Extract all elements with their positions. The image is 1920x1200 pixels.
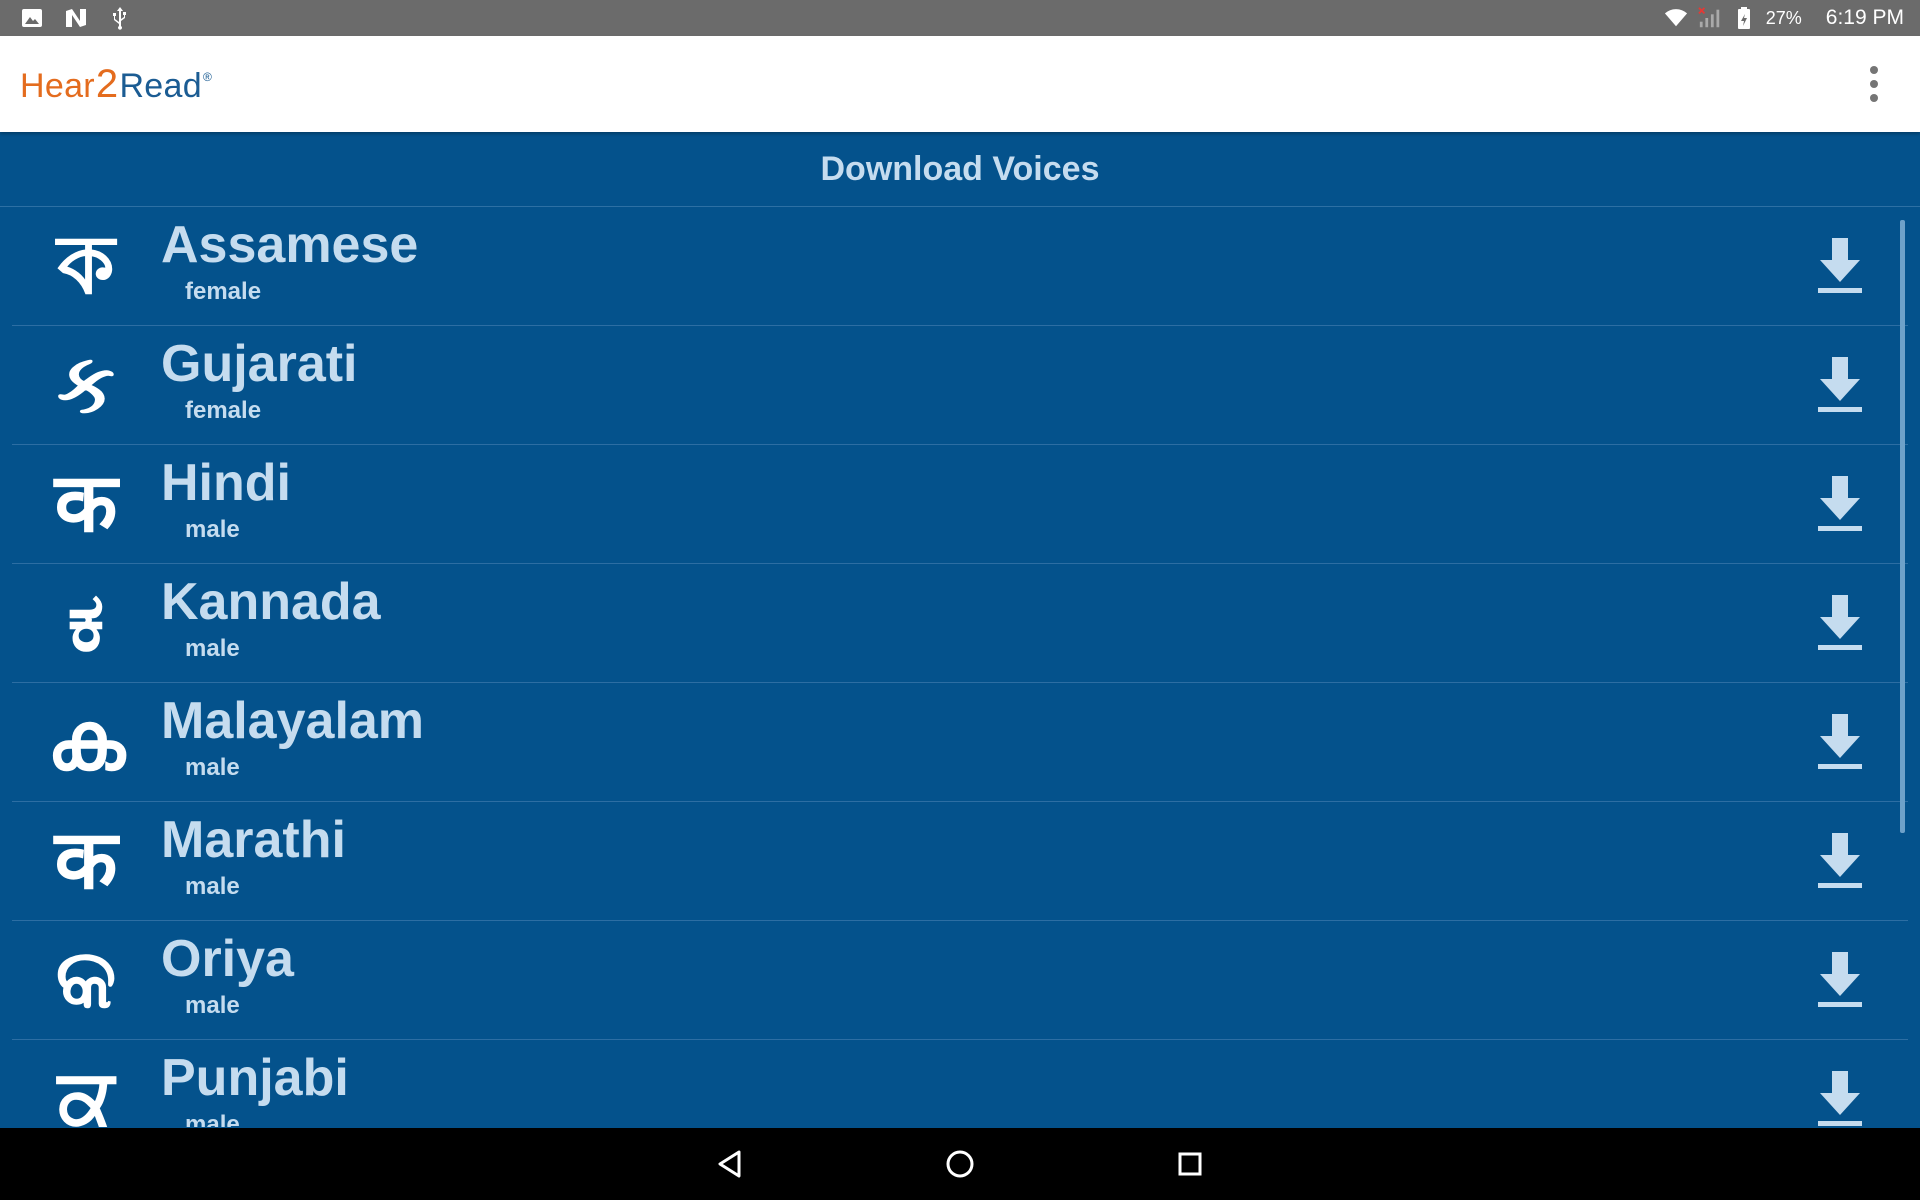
recents-icon[interactable] (1170, 1144, 1210, 1184)
voice-text: Punjabi male (161, 1051, 349, 1127)
status-time: 6:19 PM (1825, 6, 1904, 29)
voice-text: Kannada male (161, 575, 381, 664)
voice-gender: male (185, 516, 240, 544)
battery-icon (1732, 6, 1756, 30)
language-name: Hindi (161, 453, 291, 512)
language-name: Punjabi (161, 1048, 349, 1107)
logo-two: 2 (95, 61, 119, 106)
voice-row-gujarati[interactable]: ક Gujarati female (12, 326, 1908, 445)
usb-icon (108, 6, 132, 30)
script-glyph: क (54, 456, 118, 551)
voice-gender: male (185, 635, 240, 663)
download-icon[interactable] (1810, 233, 1870, 299)
script-glyph: ક (57, 337, 115, 432)
script-glyph: ಕ (67, 575, 105, 670)
script-glyph: ക (46, 694, 126, 789)
voice-row-hindi[interactable]: क Hindi male (12, 445, 1908, 564)
logo-read: Read (119, 66, 202, 105)
voice-gender: male (185, 992, 240, 1020)
download-icon[interactable] (1810, 947, 1870, 1013)
voice-text: Assamese female (161, 218, 418, 307)
download-icon[interactable] (1810, 352, 1870, 418)
download-icon[interactable] (1810, 590, 1870, 656)
page-title: Download Voices (0, 132, 1920, 207)
language-name: Assamese (161, 215, 419, 274)
download-icon[interactable] (1810, 1066, 1870, 1127)
script-glyph: ক (57, 218, 115, 313)
voice-gender: male (185, 754, 240, 782)
voice-text: Hindi male (161, 456, 291, 545)
scrollbar[interactable] (1900, 220, 1905, 833)
image-notification-icon (20, 6, 44, 30)
voice-row-assamese[interactable]: ক Assamese female (12, 207, 1908, 326)
voice-text: Malayalam male (161, 694, 424, 783)
hear2read-logo: Hear 2 Read ® (20, 62, 212, 107)
n-notification-icon (64, 6, 88, 30)
home-icon[interactable] (940, 1144, 980, 1184)
voice-row-malayalam[interactable]: ക Malayalam male (12, 683, 1908, 802)
download-icon[interactable] (1810, 471, 1870, 537)
download-icon[interactable] (1810, 828, 1870, 894)
logo-registered-mark: ® (202, 69, 213, 84)
voice-text: Oriya male (161, 932, 294, 1021)
script-glyph: କ (55, 932, 117, 1027)
voice-row-oriya[interactable]: କ Oriya male (12, 921, 1908, 1040)
voice-row-punjabi[interactable]: ਕ Punjabi male (12, 1040, 1908, 1127)
app-bar: Hear 2 Read ® (0, 36, 1920, 132)
back-icon[interactable] (710, 1144, 750, 1184)
language-name: Kannada (161, 572, 381, 631)
wifi-icon (1664, 6, 1688, 30)
language-name: Malayalam (161, 691, 425, 750)
overflow-menu-icon[interactable] (1858, 54, 1890, 114)
voice-row-marathi[interactable]: क Marathi male (12, 802, 1908, 921)
voice-list[interactable]: ক Assamese female ક Gujarati female क Hindi male… (0, 207, 1920, 1127)
voice-gender: female (185, 278, 262, 306)
voice-row-kannada[interactable]: ಕ Kannada male (12, 564, 1908, 683)
status-bar: 27% 6:19 PM (0, 0, 1920, 36)
download-icon[interactable] (1810, 709, 1870, 775)
language-name: Gujarati (161, 334, 358, 393)
voice-gender: male (185, 873, 240, 901)
voice-gender: male (185, 1111, 240, 1127)
voice-text: Gujarati female (161, 337, 358, 426)
battery-percentage: 27% (1765, 7, 1802, 28)
language-name: Oriya (161, 929, 294, 988)
script-glyph: ਕ (58, 1051, 114, 1128)
signal-icon (1698, 6, 1722, 30)
language-name: Marathi (161, 810, 346, 869)
navigation-bar (0, 1128, 1920, 1200)
script-glyph: क (54, 813, 118, 908)
logo-hear: Hear (20, 66, 95, 105)
voice-text: Marathi male (161, 813, 346, 902)
voice-gender: female (185, 397, 262, 425)
